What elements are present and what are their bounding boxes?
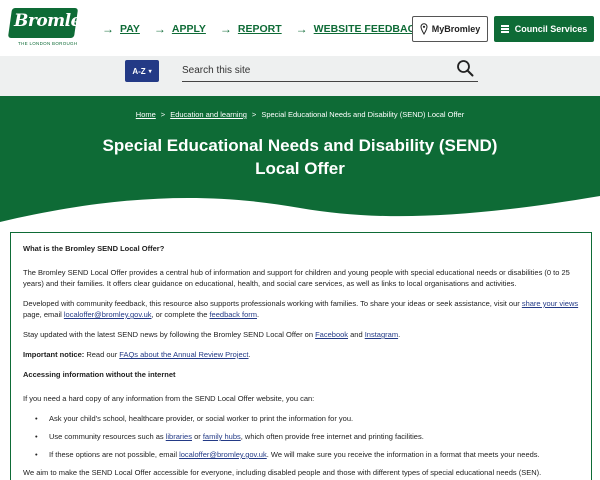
content-body: What is the Bromley SEND Local Offer? Th… xyxy=(23,243,579,480)
site-header: Bromley THE LONDON BOROUGH → PAY → APPLY… xyxy=(0,0,600,56)
search-input[interactable] xyxy=(182,60,478,82)
toplink-label[interactable]: WEBSITE FEEDBACK xyxy=(314,23,423,35)
arrow-right-icon: → xyxy=(219,22,232,36)
text-span: . xyxy=(398,330,401,339)
text-span: , which often provide free internet and … xyxy=(240,432,424,441)
facebook-link[interactable]: Facebook xyxy=(315,330,348,339)
breadcrumb-current: Special Educational Needs and Disability… xyxy=(261,110,465,119)
text-span: If these options are not possible, email xyxy=(49,450,180,459)
council-services-button[interactable]: Council Services xyxy=(494,16,594,42)
arrow-right-icon: → xyxy=(102,22,114,36)
page-hero: Home > Education and learning > Special Educ… xyxy=(0,96,600,234)
bromley-logo[interactable]: Bromley THE LONDON BOROUGH xyxy=(7,8,91,48)
accessibility-paragraph: We aim to make the SEND Local Offer acce… xyxy=(23,468,542,477)
section-heading-what-is: What is the Bromley SEND Local Offer? xyxy=(23,244,165,253)
section-heading-offline: Accessing information without the intern… xyxy=(23,370,176,379)
list-item: Ask your child's school, healthcare prov… xyxy=(23,413,579,424)
social-paragraph: Stay updated with the latest SEND news b… xyxy=(23,329,579,340)
mybromley-label: MyBromley xyxy=(431,24,481,34)
logo-subtitle: THE LONDON BOROUGH xyxy=(18,41,78,46)
mybromley-button[interactable]: MyBromley xyxy=(412,16,488,42)
a-z-label: A-Z xyxy=(132,66,146,76)
text-span: Read our xyxy=(84,350,120,359)
email-link[interactable]: localoffer@bromley.gov.uk xyxy=(179,450,267,459)
council-services-label: Council Services xyxy=(514,24,588,34)
menu-icon xyxy=(500,24,509,35)
toplink-label[interactable]: REPORT xyxy=(238,23,282,35)
toplink-label[interactable]: APPLY xyxy=(172,23,206,35)
hard-copy-paragraph: If you need a hard copy of any informati… xyxy=(23,394,315,403)
arrow-right-icon: → xyxy=(153,22,166,36)
caret-down-icon: ▾ xyxy=(148,68,152,75)
text-span: , or complete the xyxy=(151,310,210,319)
breadcrumb-home[interactable]: Home xyxy=(136,110,156,119)
breadcrumb: Home > Education and learning > Special Educ… xyxy=(0,110,600,119)
toplink-label[interactable]: PAY xyxy=(120,23,140,35)
text-span: or xyxy=(191,432,203,441)
community-paragraph: Developed with community feedback, this … xyxy=(23,298,579,320)
breadcrumb-separator: > xyxy=(160,110,166,119)
email-link[interactable]: localoffer@bromley.gov.uk xyxy=(64,310,152,319)
hero-wave-decoration xyxy=(0,196,600,234)
text-span: . xyxy=(248,350,251,359)
list-item: Use community resources such as librarie… xyxy=(23,431,579,442)
arrow-right-icon: → xyxy=(295,22,308,36)
breadcrumb-education[interactable]: Education and learning xyxy=(170,110,247,119)
text-span: and xyxy=(348,330,365,339)
text-span: page, email xyxy=(23,310,64,319)
logo-text: Bromley xyxy=(14,11,91,31)
person-pin-icon xyxy=(420,23,428,35)
text-span: Use community resources such as xyxy=(49,432,166,441)
toplink-report[interactable]: → REPORT xyxy=(220,22,282,36)
important-notice: Important notice: Read our FAQs about th… xyxy=(23,349,579,360)
search-icon[interactable] xyxy=(456,59,474,77)
toplink-pay[interactable]: → PAY xyxy=(102,22,140,36)
instagram-link[interactable]: Instagram xyxy=(365,330,398,339)
share-your-views-link[interactable]: share your views xyxy=(522,299,578,308)
breadcrumb-separator: > xyxy=(251,110,257,119)
list-item: If these options are not possible, email… xyxy=(23,449,579,460)
toplink-apply[interactable]: → APPLY xyxy=(154,22,206,36)
text-span: Developed with community feedback, this … xyxy=(23,299,522,308)
text-span: . We will make sure you receive the info… xyxy=(266,450,540,459)
libraries-link[interactable]: libraries xyxy=(166,432,192,441)
top-links: → PAY → APPLY → REPORT → WEBSITE FEEDBAC… xyxy=(102,22,437,36)
a-z-dropdown[interactable]: A-Z ▾ xyxy=(125,60,159,82)
content-card: What is the Bromley SEND Local Offer? Th… xyxy=(10,232,592,480)
intro-paragraph: The Bromley SEND Local Offer provides a … xyxy=(23,268,570,288)
search-bar: A-Z ▾ xyxy=(0,56,600,96)
text-span: Stay updated with the latest SEND news b… xyxy=(23,330,316,339)
toplink-website-feedback[interactable]: → WEBSITE FEEDBACK xyxy=(296,22,423,36)
text-span: . xyxy=(257,310,260,319)
family-hubs-link[interactable]: family hubs xyxy=(203,432,241,441)
notice-label: Important notice: xyxy=(23,350,85,359)
faqs-link[interactable]: FAQs about the Annual Review Project xyxy=(119,350,248,359)
offline-options-list: Ask your child's school, healthcare prov… xyxy=(23,413,579,460)
feedback-form-link[interactable]: feedback form xyxy=(209,310,257,319)
page-title: Special Educational Needs and Disability… xyxy=(102,136,498,178)
